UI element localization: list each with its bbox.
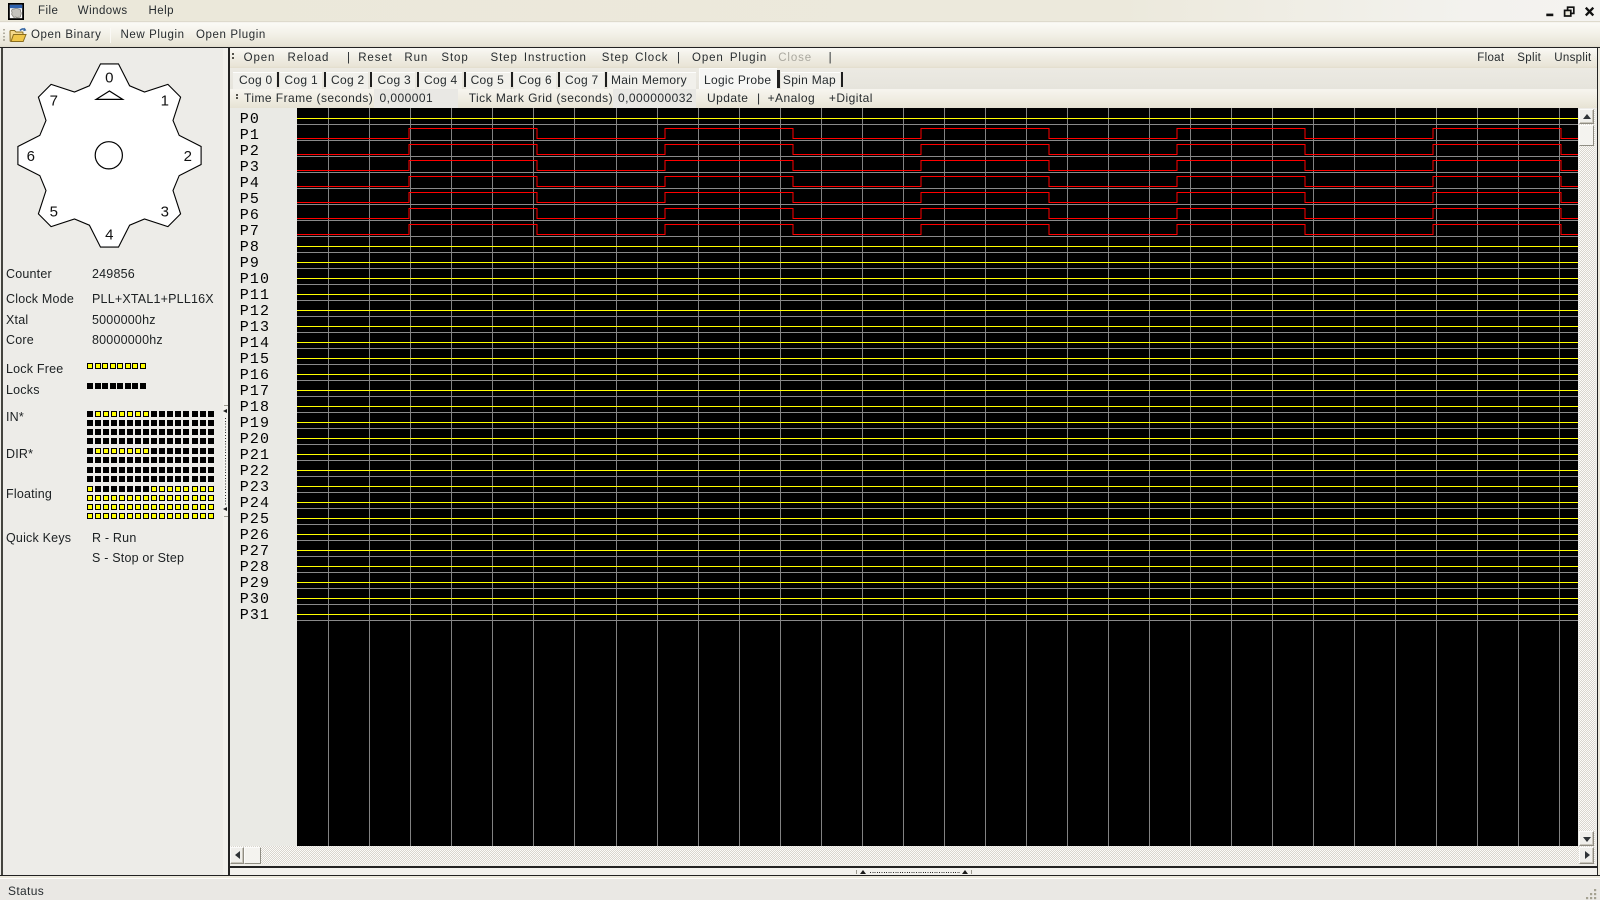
- svg-text:1: 1: [161, 93, 170, 110]
- svg-text:4: 4: [105, 227, 114, 244]
- svg-text:2: 2: [184, 148, 193, 165]
- svg-text:7: 7: [50, 93, 59, 110]
- svg-text:0: 0: [105, 70, 114, 87]
- svg-text:6: 6: [27, 148, 36, 165]
- svg-text:5: 5: [50, 204, 59, 221]
- svg-text:3: 3: [161, 204, 170, 221]
